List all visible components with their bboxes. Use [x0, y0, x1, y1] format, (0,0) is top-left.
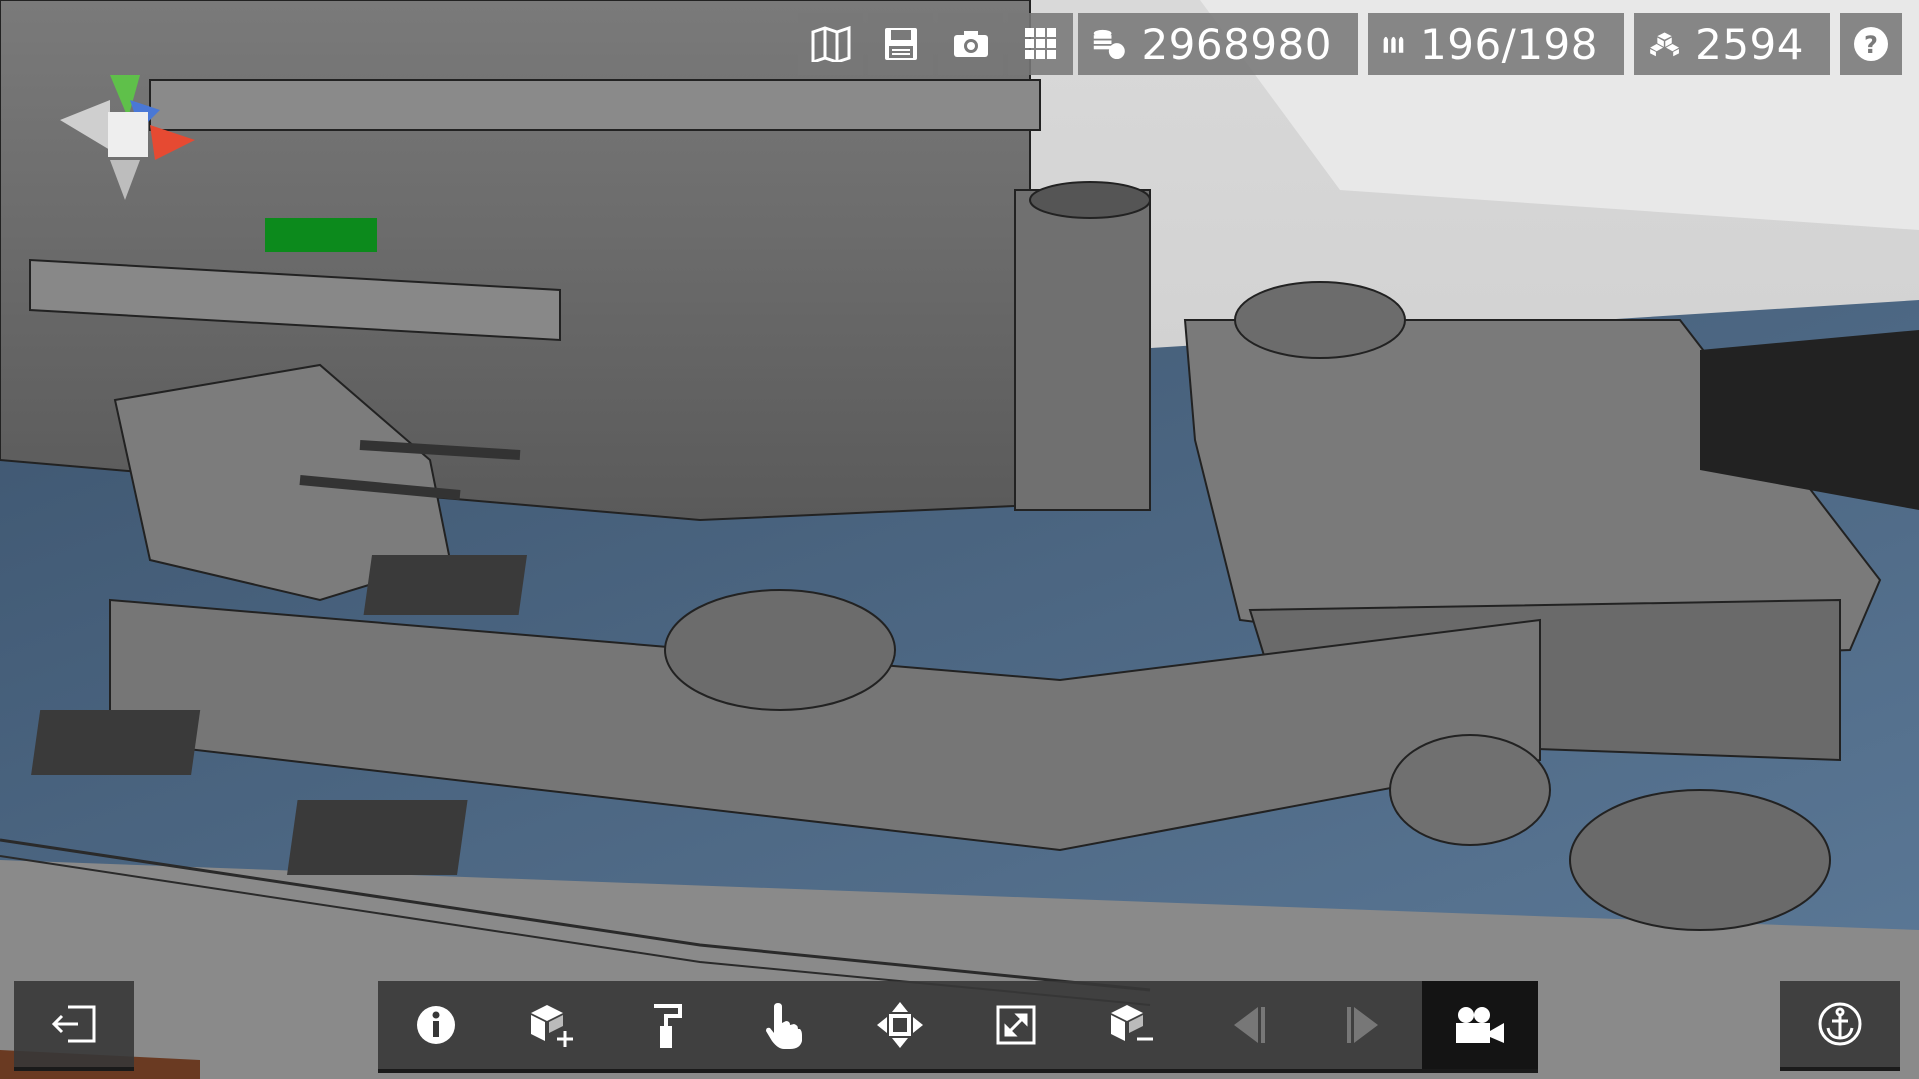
bottom-toolbar: [378, 981, 1538, 1073]
ship-viewport[interactable]: [0, 0, 1919, 1079]
screenshot-button[interactable]: [938, 13, 1003, 75]
coins-value: 2968980: [1141, 19, 1332, 69]
previous-button[interactable]: [1190, 981, 1306, 1069]
ammo-icon: [1383, 36, 1404, 53]
anchor-icon: [1818, 1002, 1862, 1046]
remove-block-icon: [1111, 1005, 1153, 1041]
move-arrows-icon: [877, 1002, 923, 1048]
ammo-value: 196/198: [1420, 19, 1598, 69]
help-button[interactable]: ?: [1840, 13, 1902, 75]
paint-roller-icon: [654, 1004, 682, 1048]
map-button[interactable]: [798, 13, 863, 75]
paint-button[interactable]: [610, 981, 726, 1069]
info-button[interactable]: [378, 981, 494, 1069]
remove-part-button[interactable]: [1074, 981, 1190, 1069]
resize-icon: [996, 1005, 1036, 1045]
grid-icon: [1024, 28, 1056, 59]
parts-counter: 2594: [1634, 13, 1830, 75]
coins-icon: [1093, 29, 1125, 60]
save-icon: [884, 28, 917, 60]
next-icon: [1347, 1007, 1378, 1043]
move-button[interactable]: [842, 981, 958, 1069]
exit-icon: [51, 1005, 96, 1043]
select-button[interactable]: [726, 981, 842, 1069]
video-camera-icon: [1456, 1007, 1504, 1043]
help-icon: ?: [1854, 27, 1888, 61]
info-icon: [417, 1006, 455, 1044]
hand-pointer-icon: [766, 1003, 802, 1049]
map-icon: [811, 26, 850, 62]
exit-button[interactable]: [14, 981, 134, 1071]
coins-counter: 2968980: [1078, 13, 1358, 75]
previous-icon: [1234, 1007, 1265, 1043]
add-block-icon: [531, 1005, 573, 1047]
grid-button[interactable]: [1008, 13, 1073, 75]
svg-text:?: ?: [1864, 31, 1878, 59]
resize-button[interactable]: [958, 981, 1074, 1069]
parts-value: 2594: [1695, 19, 1804, 69]
top-hud: 2968980 196/198 2594 ?: [798, 13, 1902, 75]
ammo-counter: 196/198: [1368, 13, 1624, 75]
camera-icon: [953, 31, 988, 57]
save-button[interactable]: [868, 13, 933, 75]
cubes-icon: [1650, 32, 1679, 57]
next-button[interactable]: [1306, 981, 1422, 1069]
anchor-button[interactable]: [1780, 981, 1900, 1071]
add-part-button[interactable]: [494, 981, 610, 1069]
camera-mode-button[interactable]: [1422, 981, 1538, 1069]
